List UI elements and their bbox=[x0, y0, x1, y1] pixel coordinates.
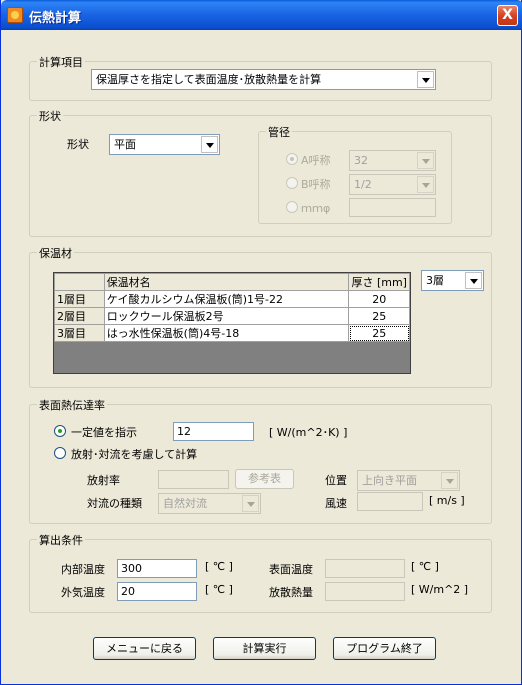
shape-select-value: 平面 bbox=[114, 138, 136, 151]
calc-item-select-value: 保温厚さを指定して表面温度･放散熱量を計算 bbox=[96, 73, 322, 86]
exit-program-button[interactable]: プログラム終了 bbox=[333, 637, 436, 660]
wind-speed-input[interactable] bbox=[357, 492, 423, 511]
app-icon bbox=[7, 7, 23, 23]
convection-type-label: 対流の種類 bbox=[87, 497, 142, 510]
outer-temp-input[interactable]: 20 bbox=[117, 582, 197, 601]
b-size-select-value: 1/2 bbox=[354, 178, 372, 191]
calc-item-select[interactable]: 保温厚さを指定して表面温度･放散熱量を計算 bbox=[91, 69, 436, 90]
chevron-down-icon[interactable] bbox=[242, 495, 259, 512]
thickness-cell[interactable]: 25 bbox=[348, 307, 410, 325]
table-row[interactable]: 3層目 はっ水性保温板(筒)4号-18 25 bbox=[54, 324, 410, 342]
a-size-radio[interactable] bbox=[286, 153, 298, 165]
inner-temp-input[interactable]: 300 bbox=[117, 559, 197, 578]
row-header: 3層目 bbox=[54, 324, 105, 342]
layer-count-select[interactable]: 3層 bbox=[421, 270, 484, 291]
column-header-name: 保温材名 bbox=[103, 273, 350, 291]
insulation-table-body: 保温材名 厚さ [mm] 1層目 ケイ酸カルシウム保温板(筒)1号-22 20 … bbox=[54, 273, 410, 342]
emissivity-input[interactable] bbox=[158, 470, 229, 489]
b-size-label: B呼称 bbox=[301, 178, 331, 191]
fixed-value-input[interactable]: 12 bbox=[173, 422, 254, 441]
shape-select[interactable]: 平面 bbox=[109, 134, 220, 155]
fixed-value-label: 一定値を指示 bbox=[71, 426, 137, 439]
material-name-cell[interactable]: ロックウール保温板2号 bbox=[103, 307, 350, 325]
mm-size-radio[interactable] bbox=[286, 201, 298, 213]
chevron-down-icon[interactable] bbox=[441, 472, 458, 489]
row-header: 1層目 bbox=[54, 290, 105, 308]
position-label: 位置 bbox=[325, 474, 347, 487]
calc-radiation-radio[interactable] bbox=[54, 447, 66, 459]
heat-loss-output bbox=[325, 582, 405, 601]
b-size-radio[interactable] bbox=[286, 177, 298, 189]
material-name-cell[interactable]: はっ水性保温板(筒)4号-18 bbox=[103, 324, 350, 342]
a-size-label: A呼称 bbox=[301, 154, 331, 167]
surface-htc-group-title: 表面熱伝達率 bbox=[37, 397, 107, 413]
a-size-select-value: 32 bbox=[354, 154, 368, 167]
insulation-group-title: 保温材 bbox=[37, 245, 74, 261]
calc-item-group-title: 計算項目 bbox=[37, 54, 85, 70]
chevron-down-icon[interactable] bbox=[417, 176, 434, 193]
heat-loss-label: 放散熱量 bbox=[269, 586, 313, 599]
wind-speed-unit: [ m/s ] bbox=[429, 494, 465, 507]
run-calculation-button[interactable]: 計算実行 bbox=[213, 637, 316, 660]
chevron-down-icon[interactable] bbox=[201, 136, 218, 153]
surface-temp-unit: [ ℃ ] bbox=[411, 560, 439, 573]
title-bar[interactable]: 伝熱計算 X bbox=[1, 0, 522, 30]
surface-temp-label: 表面温度 bbox=[269, 563, 313, 576]
thickness-cell[interactable]: 20 bbox=[348, 290, 410, 308]
table-header-row: 保温材名 厚さ [mm] bbox=[54, 273, 410, 291]
convection-type-select-value: 自然対流 bbox=[163, 497, 207, 510]
table-row[interactable]: 2層目 ロックウール保温板2号 25 bbox=[54, 307, 410, 325]
conditions-group-title: 算出条件 bbox=[37, 532, 85, 548]
position-select-value: 上向き平面 bbox=[362, 474, 417, 487]
emissivity-label: 放射率 bbox=[87, 474, 120, 487]
chevron-down-icon[interactable] bbox=[417, 152, 434, 169]
material-name-cell[interactable]: ケイ酸カルシウム保温板(筒)1号-22 bbox=[103, 290, 350, 308]
shape-group-title: 形状 bbox=[37, 108, 63, 124]
shape-label: 形状 bbox=[67, 138, 89, 151]
position-select[interactable]: 上向き平面 bbox=[357, 470, 460, 491]
wind-speed-label: 風速 bbox=[325, 497, 347, 510]
outer-temp-unit: [ ℃ ] bbox=[205, 583, 233, 596]
convection-type-select[interactable]: 自然対流 bbox=[158, 493, 261, 514]
main-window: 伝熱計算 X 計算項目 保温厚さを指定して表面温度･放散熱量を計算 形状 形状 … bbox=[0, 0, 522, 685]
outer-temp-label: 外気温度 bbox=[61, 586, 105, 599]
fixed-value-unit: [ W/(m^2･K) ] bbox=[269, 426, 348, 439]
inner-temp-label: 内部温度 bbox=[61, 563, 105, 576]
a-size-select[interactable]: 32 bbox=[349, 150, 436, 171]
chevron-down-icon[interactable] bbox=[465, 272, 482, 289]
row-header: 2層目 bbox=[54, 307, 105, 325]
mm-size-label: ｍｍφ bbox=[301, 202, 331, 215]
inner-temp-unit: [ ℃ ] bbox=[205, 560, 233, 573]
pipe-diameter-group-title: 管径 bbox=[266, 124, 292, 140]
table-row[interactable]: 1層目 ケイ酸カルシウム保温板(筒)1号-22 20 bbox=[54, 290, 410, 308]
mm-size-input[interactable] bbox=[349, 198, 436, 217]
surface-temp-output bbox=[325, 559, 405, 578]
column-header bbox=[54, 273, 105, 291]
thickness-cell[interactable]: 25 bbox=[348, 324, 410, 342]
b-size-select[interactable]: 1/2 bbox=[349, 174, 436, 195]
chevron-down-icon[interactable] bbox=[417, 71, 434, 88]
heat-loss-unit: [ W/m^2 ] bbox=[411, 583, 469, 596]
window-title: 伝熱計算 bbox=[29, 11, 82, 26]
column-header-thickness: 厚さ [mm] bbox=[348, 273, 410, 291]
back-to-menu-button[interactable]: メニューに戻る bbox=[93, 637, 196, 660]
close-button[interactable]: X bbox=[497, 5, 518, 26]
insulation-table[interactable]: 保温材名 厚さ [mm] 1層目 ケイ酸カルシウム保温板(筒)1号-22 20 … bbox=[53, 272, 411, 374]
reference-table-button[interactable]: 参考表 bbox=[235, 469, 294, 489]
calc-radiation-label: 放射･対流を考慮して計算 bbox=[71, 448, 198, 461]
fixed-value-radio[interactable] bbox=[54, 425, 66, 437]
layer-count-select-value: 3層 bbox=[426, 274, 444, 287]
